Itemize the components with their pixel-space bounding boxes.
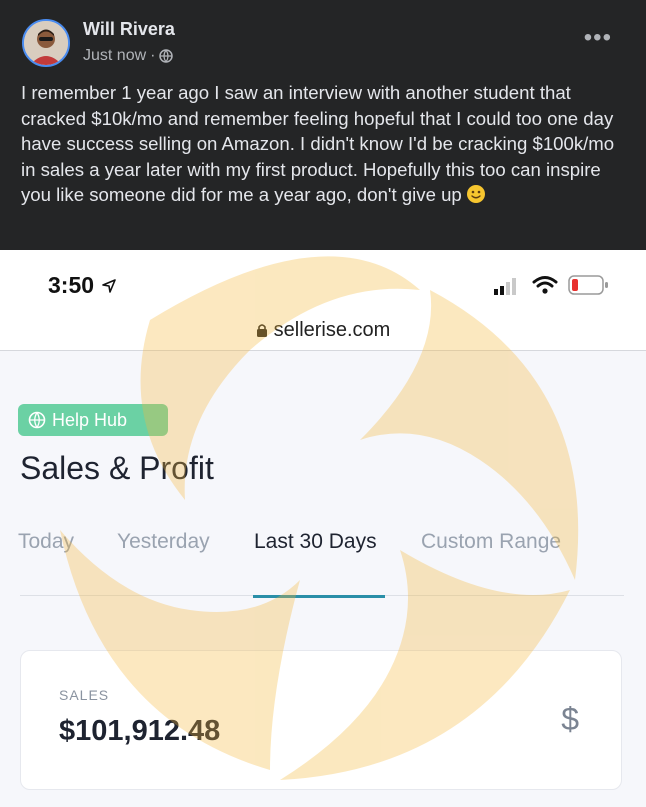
date-range-tabs: Today Yesterday Last 30 Days Custom Rang…: [0, 530, 646, 570]
tab-today[interactable]: Today: [18, 530, 74, 554]
tab-last-30-days[interactable]: Last 30 Days: [254, 530, 377, 554]
post-body-text: I remember 1 year ago I saw an interview…: [21, 82, 615, 206]
location-arrow-icon: [102, 279, 117, 293]
facebook-post: Will Rivera Just now · ••• I remember 1 …: [0, 0, 646, 250]
post-body: I remember 1 year ago I saw an interview…: [21, 80, 626, 211]
avatar-icon: [24, 21, 68, 65]
slightly-smiling-face-icon: [466, 184, 486, 211]
url-domain: sellerise.com: [273, 318, 391, 341]
author-name[interactable]: Will Rivera: [83, 19, 175, 40]
wifi-icon: [532, 276, 558, 294]
globe-icon: [28, 411, 46, 429]
phone-status-bar: 3:50 sellerise.com: [0, 250, 646, 350]
dollar-icon: $: [561, 701, 579, 737]
header-divider: [0, 350, 646, 351]
help-hub-button[interactable]: Help Hub: [18, 404, 168, 436]
post-timestamp[interactable]: Just now: [83, 47, 146, 65]
status-time-text: 3:50: [48, 272, 95, 298]
tab-custom-range[interactable]: Custom Range: [421, 530, 561, 554]
cellular-signal-icon: [494, 278, 516, 295]
lock-icon: [256, 323, 267, 337]
meta-separator: ·: [150, 47, 156, 64]
active-tab-indicator: [253, 595, 385, 598]
globe-icon: [159, 49, 174, 63]
avatar[interactable]: [22, 19, 70, 67]
address-bar[interactable]: sellerise.com: [0, 310, 646, 350]
status-time: 3:50: [48, 272, 117, 299]
help-hub-label: Help Hub: [52, 409, 128, 430]
tab-yesterday[interactable]: Yesterday: [117, 530, 210, 554]
post-meta: Just now ·: [83, 47, 174, 65]
sales-value: $101,912.48: [59, 715, 221, 747]
embedded-screenshot: 3:50 sellerise.com Help Hub Sales & Prof…: [0, 250, 646, 807]
sales-card[interactable]: SALES $101,912.48 $: [20, 650, 622, 790]
page-title: Sales & Profit: [20, 450, 214, 486]
more-options-icon[interactable]: •••: [584, 26, 612, 50]
sales-label: SALES: [59, 687, 110, 703]
battery-low-icon: [568, 275, 608, 295]
